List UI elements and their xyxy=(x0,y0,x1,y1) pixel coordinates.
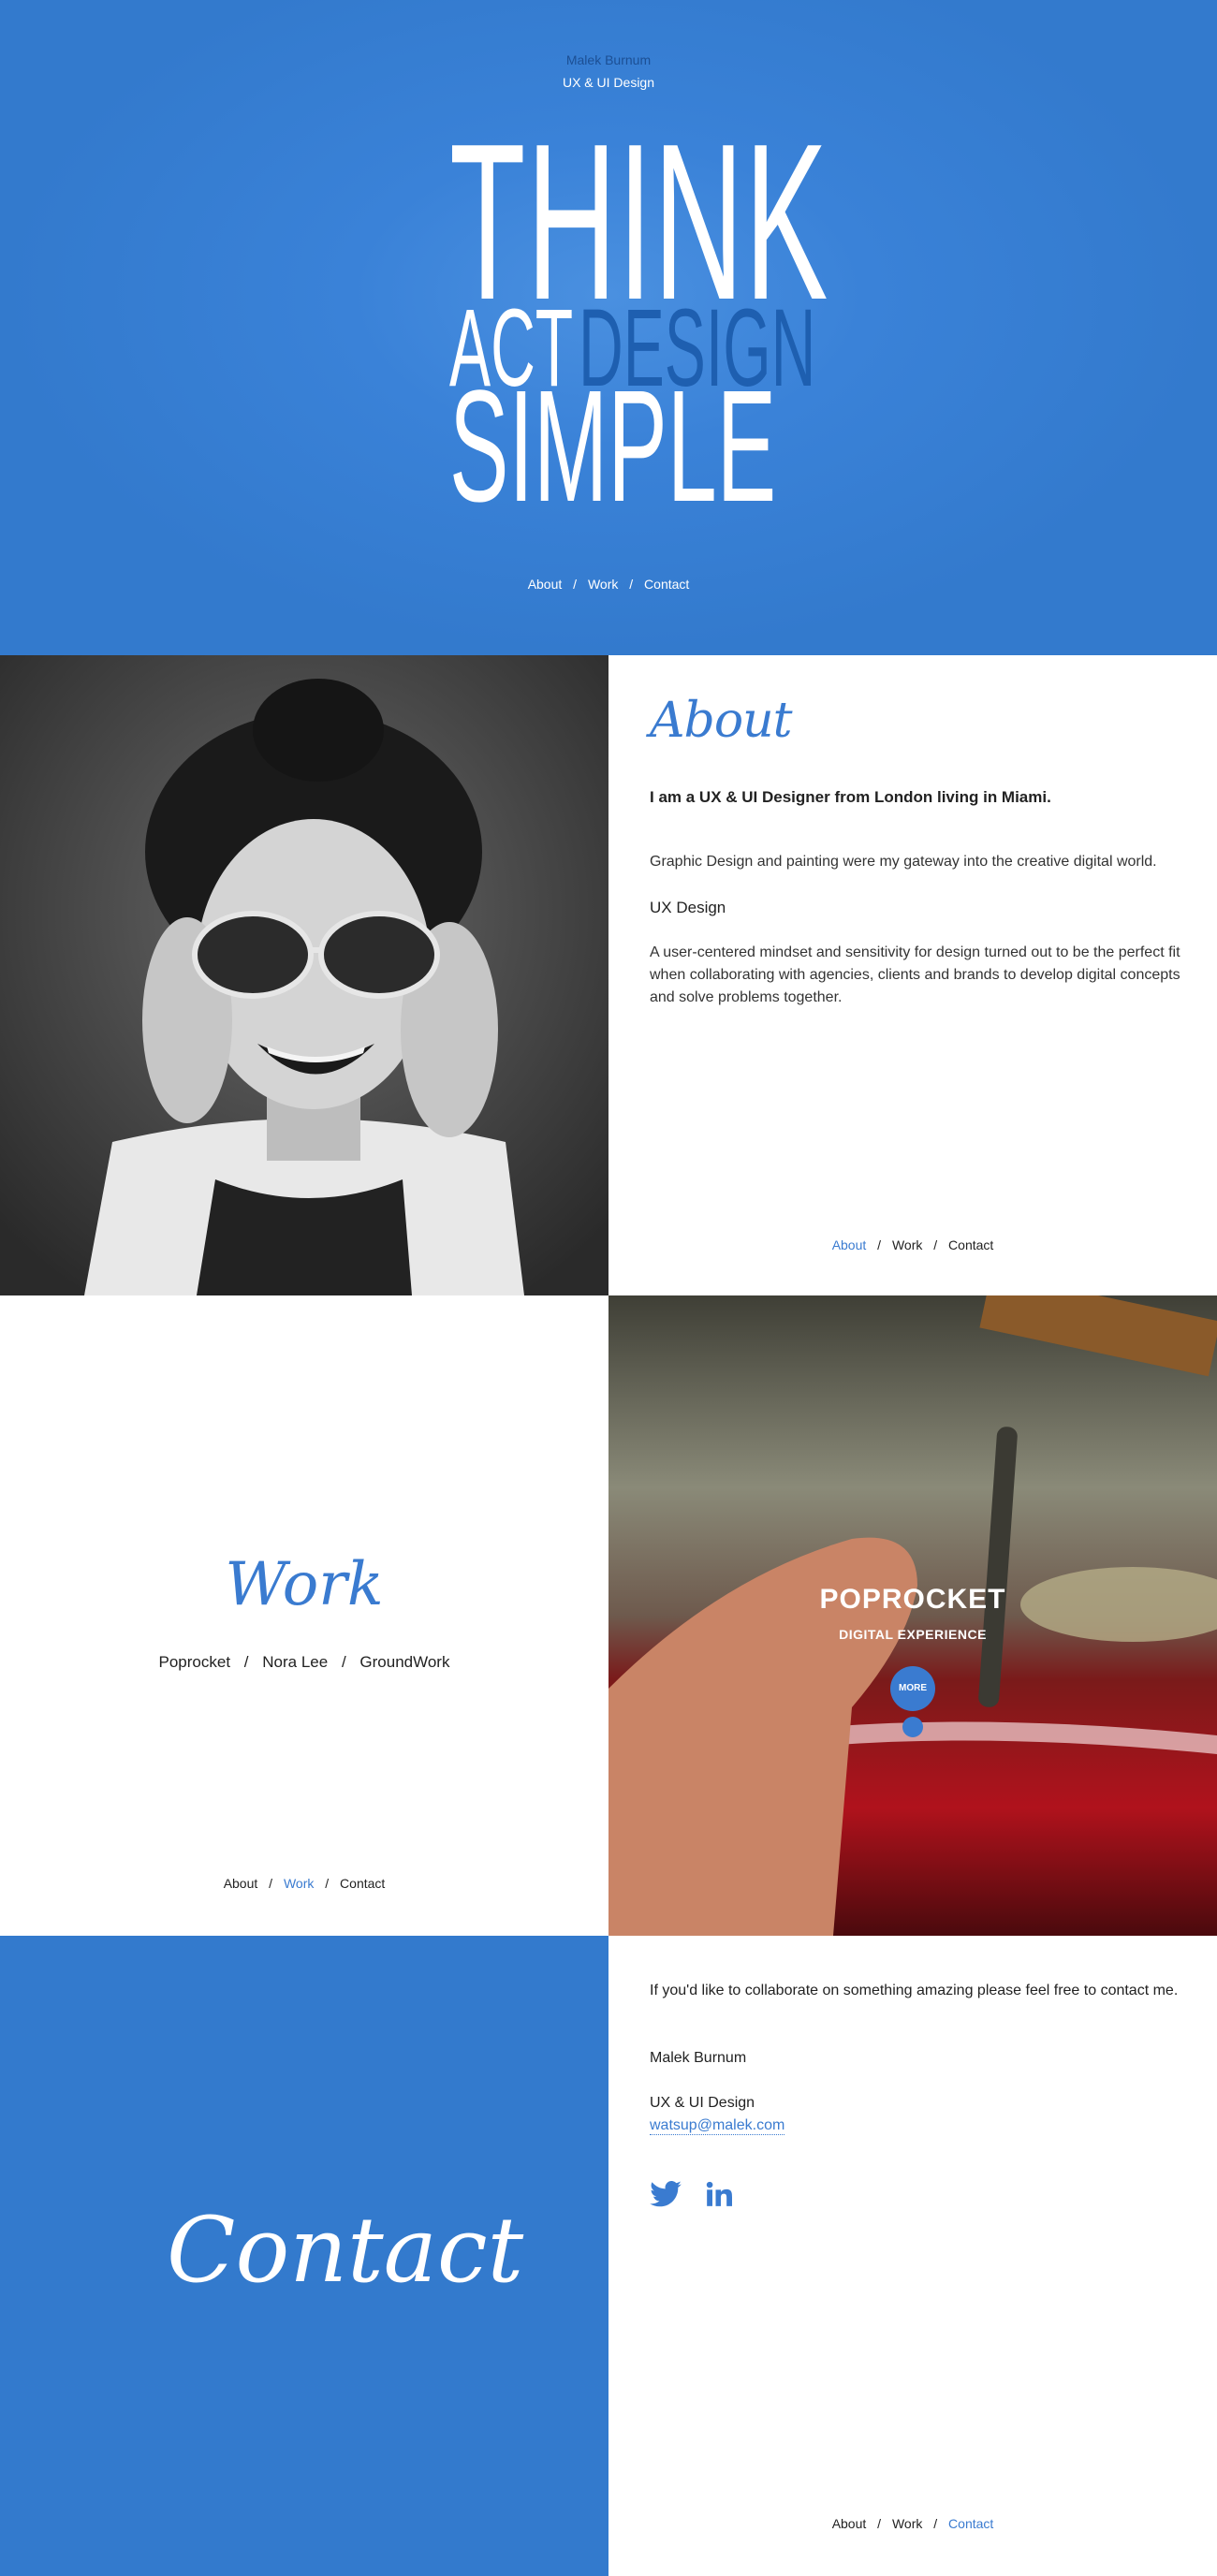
nav-separator: / xyxy=(877,1237,882,1252)
carousel-indicator-dot[interactable] xyxy=(902,1717,923,1737)
contact-role: UX & UI Design xyxy=(650,2095,755,2111)
about-portrait-image xyxy=(0,655,608,1295)
nav-about-link[interactable]: About xyxy=(224,1876,258,1891)
nav-about-link[interactable]: About xyxy=(832,1237,867,1252)
nav-separator: / xyxy=(573,577,578,592)
nav-work-link[interactable]: Work xyxy=(892,1237,922,1252)
owner-role: UX & UI Design xyxy=(562,75,655,90)
headline-simple: SIMPLE xyxy=(449,358,777,535)
about-paragraph-1: Graphic Design and painting were my gate… xyxy=(650,854,1157,870)
nav-separator: / xyxy=(877,2516,882,2531)
work-section: Work Poprocket / Nora Lee / GroundWork A… xyxy=(0,1295,608,1936)
hero-nav: About / Work / Contact xyxy=(0,577,1217,592)
about-subheading: UX Design xyxy=(650,899,726,916)
nav-contact-link[interactable]: Contact xyxy=(948,1237,993,1252)
nav-work-link[interactable]: Work xyxy=(588,577,618,592)
contact-name: Malek Burnum xyxy=(650,2050,747,2066)
about-section: About I am a UX & UI Designer from Londo… xyxy=(608,655,1217,1295)
more-button[interactable]: MORE xyxy=(890,1666,935,1711)
nav-separator: / xyxy=(933,2516,938,2531)
nav-contact-link[interactable]: Contact xyxy=(948,2516,993,2531)
nav-work-link[interactable]: Work xyxy=(284,1876,314,1891)
linkedin-icon[interactable] xyxy=(706,2181,732,2212)
owner-name: Malek Burnum xyxy=(565,52,652,67)
nav-contact-link[interactable]: Contact xyxy=(340,1876,385,1891)
contact-section: If you'd like to collaborate on somethin… xyxy=(608,1936,1217,2576)
work-title: Work xyxy=(225,1550,384,1619)
poprocket-photo xyxy=(608,1295,1217,1936)
work-nav: About / Work / Contact xyxy=(0,1876,608,1891)
project-link-groundwork[interactable]: GroundWork xyxy=(359,1653,449,1671)
project-link-poprocket[interactable]: Poprocket xyxy=(159,1653,231,1671)
social-links xyxy=(650,2180,732,2212)
nav-about-link[interactable]: About xyxy=(528,577,563,592)
nav-about-link[interactable]: About xyxy=(832,2516,867,2531)
about-title: About xyxy=(650,693,793,749)
poprocket-feature-card[interactable]: POPROCKET DIGITAL EXPERIENCE MORE xyxy=(608,1295,1217,1936)
contact-intro: If you'd like to collaborate on somethin… xyxy=(650,1983,1179,1998)
contact-banner: Contact xyxy=(0,1936,608,2576)
about-lead: I am a UX & UI Designer from London livi… xyxy=(650,788,1051,806)
nav-separator: / xyxy=(269,1876,273,1891)
about-nav: About / Work / Contact xyxy=(608,1237,1217,1252)
project-separator: / xyxy=(341,1653,346,1671)
hero-headline: THINK ACT DESIGN SIMPLE xyxy=(449,111,828,527)
contact-nav: About / Work / Contact xyxy=(608,2516,1217,2531)
contact-title: Contact xyxy=(167,2198,524,2303)
nav-separator: / xyxy=(629,577,634,592)
portrait-illustration xyxy=(0,655,608,1295)
nav-separator: / xyxy=(933,1237,938,1252)
hero-section: Malek Burnum UX & UI Design THINK ACT DE… xyxy=(0,0,1217,655)
nav-contact-link[interactable]: Contact xyxy=(644,577,689,592)
feature-title: POPROCKET xyxy=(819,1584,1006,1615)
work-project-list: Poprocket / Nora Lee / GroundWork xyxy=(0,1653,608,1672)
nav-separator: / xyxy=(325,1876,330,1891)
twitter-icon[interactable] xyxy=(650,2180,682,2212)
contact-email-link[interactable]: watsup@malek.com xyxy=(650,2117,785,2135)
about-paragraph-2: A user-centered mindset and sensitivity … xyxy=(650,944,1180,1005)
project-link-nora-lee[interactable]: Nora Lee xyxy=(262,1653,328,1671)
nav-work-link[interactable]: Work xyxy=(892,2516,922,2531)
feature-subtitle: DIGITAL EXPERIENCE xyxy=(839,1627,987,1642)
project-separator: / xyxy=(243,1653,249,1671)
